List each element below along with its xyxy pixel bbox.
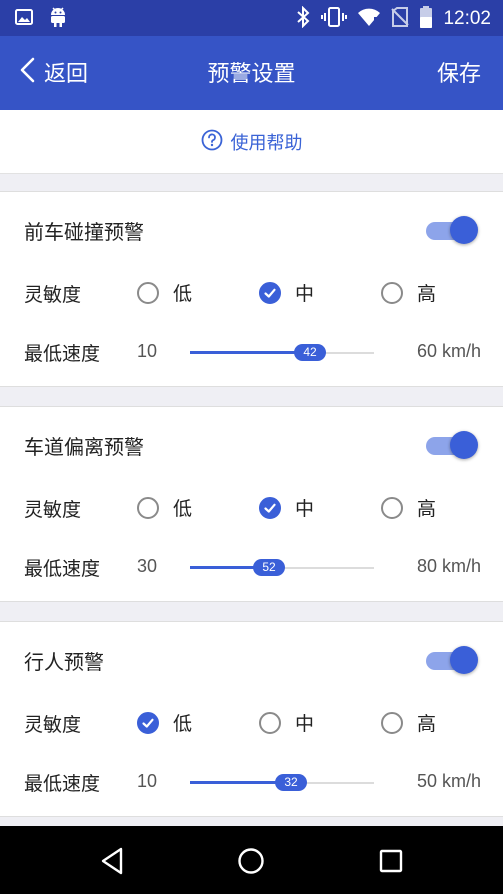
radio-option-high[interactable]: 高 [381, 494, 436, 521]
radio-circle-icon [137, 496, 159, 519]
radio-circle-icon [259, 496, 281, 519]
no-sim-icon [391, 7, 410, 31]
toggle-knob [450, 646, 478, 674]
question-circle-icon [201, 129, 223, 155]
radio-circle-icon [381, 711, 403, 734]
radio-label: 高 [417, 283, 437, 305]
radio-label: 高 [417, 713, 437, 735]
radio-option-low[interactable]: 低 [137, 494, 192, 521]
chevron-left-icon [18, 56, 36, 88]
app-screen: 12:02 返回 预警设置 保存 使用帮助 前车碰撞预警 灵敏度 低 中 高 最… [0, 0, 503, 894]
system-nav-bar [0, 826, 503, 894]
speed-slider[interactable]: 52 [190, 555, 374, 581]
sensitivity-label: 灵敏度 [24, 499, 82, 521]
radio-option-high[interactable]: 高 [381, 709, 436, 736]
toggle-knob [450, 431, 478, 459]
sensitivity-label: 灵敏度 [24, 284, 82, 306]
radio-circle-icon [137, 281, 159, 304]
radio-label: 中 [295, 713, 315, 735]
bluetooth-icon [295, 5, 311, 32]
radio-circle-icon [259, 281, 281, 304]
section-card-pedestrian: 行人预警 灵敏度 低 中 高 最低速度 10 32 50 km/h [0, 621, 503, 817]
status-left-icons [14, 6, 68, 32]
radio-label: 低 [173, 283, 193, 305]
back-label: 返回 [44, 62, 89, 87]
radio-circle-icon [137, 711, 159, 734]
radio-option-medium[interactable]: 中 [259, 709, 314, 736]
status-right-icons: 12:02 [295, 5, 491, 33]
help-link[interactable]: 使用帮助 [0, 110, 503, 174]
speed-min-value: 10 [137, 771, 158, 791]
radio-circle-icon [381, 281, 403, 304]
battery-icon [419, 5, 433, 33]
app-bar: 返回 预警设置 保存 [0, 36, 503, 110]
section-toggle[interactable] [424, 431, 478, 459]
slider-fill [190, 351, 310, 354]
help-label: 使用帮助 [230, 132, 303, 154]
status-bar: 12:02 [0, 0, 503, 36]
radio-option-low[interactable]: 低 [137, 709, 192, 736]
save-button[interactable]: 保存 [437, 56, 481, 88]
radio-label: 低 [173, 713, 193, 735]
radio-option-high[interactable]: 高 [381, 279, 436, 306]
slider-thumb[interactable]: 32 [275, 774, 307, 791]
toggle-knob [450, 216, 478, 244]
min-speed-label: 最低速度 [24, 343, 101, 365]
speed-max-value: 80 km/h [416, 556, 481, 576]
status-time: 12:02 [443, 8, 491, 29]
recents-square-icon[interactable] [374, 844, 408, 878]
section-title: 前车碰撞预警 [24, 220, 144, 244]
min-speed-label: 最低速度 [24, 773, 101, 795]
radio-option-medium[interactable]: 中 [259, 494, 314, 521]
speed-max-value: 60 km/h [416, 341, 481, 361]
image-icon [14, 7, 34, 31]
radio-label: 中 [295, 283, 315, 305]
slider-thumb[interactable]: 42 [294, 344, 326, 361]
vibrate-icon [321, 6, 348, 32]
section-title: 行人预警 [24, 650, 104, 674]
radio-option-low[interactable]: 低 [137, 279, 192, 306]
speed-slider[interactable]: 32 [190, 770, 374, 796]
min-speed-label: 最低速度 [24, 558, 101, 580]
section-toggle[interactable] [424, 646, 478, 674]
radio-circle-icon [381, 496, 403, 519]
section-toggle[interactable] [424, 216, 478, 244]
back-triangle-icon[interactable] [95, 844, 129, 878]
radio-label: 中 [295, 498, 315, 520]
home-circle-icon[interactable] [234, 844, 268, 878]
radio-label: 低 [173, 498, 193, 520]
speed-max-value: 50 km/h [416, 771, 481, 791]
wifi-icon [357, 7, 381, 31]
back-button[interactable]: 返回 [18, 56, 88, 88]
radio-label: 高 [417, 498, 437, 520]
sensitivity-label: 灵敏度 [24, 714, 82, 736]
slider-thumb[interactable]: 52 [253, 559, 285, 576]
radio-circle-icon [259, 711, 281, 734]
section-card-lane-departure: 车道偏离预警 灵敏度 低 中 高 最低速度 30 52 80 km/h [0, 406, 503, 602]
speed-min-value: 10 [137, 341, 158, 361]
section-title: 车道偏离预警 [24, 435, 144, 459]
section-card-forward-collision: 前车碰撞预警 灵敏度 低 中 高 最低速度 10 42 60 km/h [0, 191, 503, 387]
android-icon [48, 6, 68, 32]
speed-min-value: 30 [137, 556, 158, 576]
speed-slider[interactable]: 42 [190, 340, 374, 366]
radio-option-medium[interactable]: 中 [259, 279, 314, 306]
